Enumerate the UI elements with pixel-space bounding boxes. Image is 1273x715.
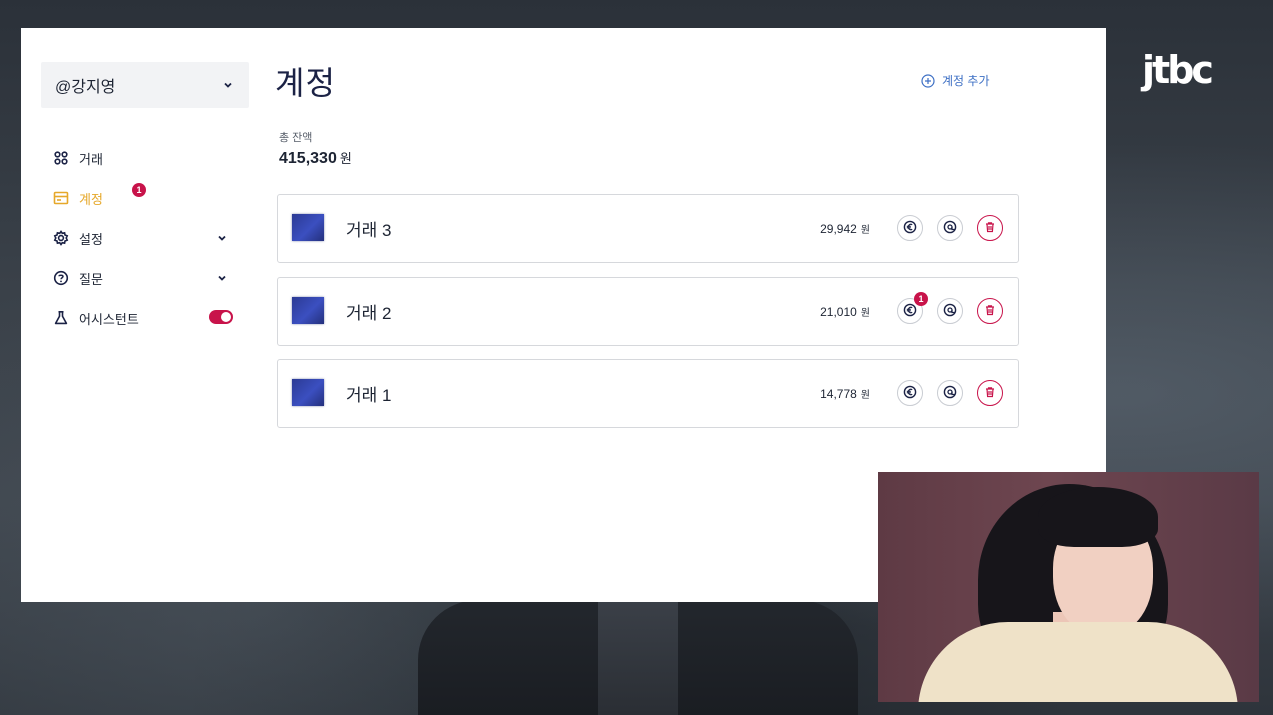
presenter-video-inset bbox=[878, 472, 1259, 702]
currency-unit: 원 bbox=[860, 225, 870, 236]
sync-icon bbox=[943, 384, 957, 403]
account-amount-value: 21,010 bbox=[820, 305, 857, 319]
wallet-icon bbox=[53, 190, 69, 206]
currency-button[interactable] bbox=[897, 215, 923, 241]
presenter-jacket bbox=[918, 622, 1238, 702]
delete-button[interactable] bbox=[977, 215, 1003, 241]
account-card[interactable]: 거래 1 14,778 원 bbox=[277, 359, 1019, 428]
help-circle-icon bbox=[53, 270, 69, 286]
sync-button[interactable] bbox=[937, 298, 963, 324]
sync-button[interactable] bbox=[937, 215, 963, 241]
notification-badge: 1 bbox=[914, 292, 928, 306]
page-title: 계정 bbox=[275, 65, 336, 101]
add-account-button[interactable]: 계정 추가 bbox=[921, 72, 990, 89]
sidebar-item-transactions[interactable]: 거래 bbox=[53, 138, 233, 178]
assistant-toggle[interactable] bbox=[209, 310, 233, 324]
sidebar-item-label: 어시스턴트 bbox=[79, 311, 139, 327]
sidebar-item-label: 설정 bbox=[79, 231, 103, 247]
trash-icon bbox=[983, 302, 997, 321]
sidebar-item-accounts[interactable]: 계정 1 bbox=[53, 178, 233, 218]
account-amount: 29,942 원 bbox=[778, 221, 870, 236]
delete-button[interactable] bbox=[977, 380, 1003, 406]
total-balance-value: 415,330 bbox=[279, 150, 337, 167]
euro-icon bbox=[903, 384, 917, 403]
notification-badge: 1 bbox=[132, 183, 146, 197]
trash-icon bbox=[983, 384, 997, 403]
add-account-label: 계정 추가 bbox=[942, 74, 990, 88]
flask-icon bbox=[53, 310, 69, 326]
account-thumbnail bbox=[292, 379, 324, 406]
account-name: 거래 1 bbox=[346, 386, 392, 405]
account-card[interactable]: 거래 3 29,942 원 bbox=[277, 194, 1019, 263]
currency-unit: 원 bbox=[860, 308, 870, 319]
chevron-down-icon bbox=[215, 271, 229, 285]
chevron-down-icon bbox=[221, 78, 235, 92]
gear-icon bbox=[53, 230, 69, 246]
currency-unit: 원 bbox=[339, 151, 352, 166]
currency-button[interactable] bbox=[897, 380, 923, 406]
euro-icon bbox=[903, 302, 917, 321]
delete-button[interactable] bbox=[977, 298, 1003, 324]
chevron-down-icon bbox=[215, 231, 229, 245]
euro-icon bbox=[903, 219, 917, 238]
broadcaster-logo: jtbc bbox=[1142, 48, 1214, 92]
currency-unit: 원 bbox=[860, 390, 870, 401]
account-amount: 14,778 원 bbox=[778, 386, 870, 401]
total-balance: 415,330 원 bbox=[279, 148, 352, 168]
sidebar-item-assistant[interactable]: 어시스턴트 bbox=[53, 298, 233, 338]
account-thumbnail bbox=[292, 297, 324, 324]
account-amount-value: 29,942 bbox=[820, 222, 857, 236]
sidebar-item-settings[interactable]: 설정 bbox=[53, 218, 233, 258]
sidebar-nav: 거래 계정 1 설정 질문 어시스턴트 bbox=[53, 138, 233, 338]
sidebar-item-label: 질문 bbox=[79, 271, 103, 287]
total-balance-label: 총 잔액 bbox=[279, 132, 313, 144]
sync-icon bbox=[943, 219, 957, 238]
account-thumbnail bbox=[292, 214, 324, 241]
grid-icon bbox=[53, 150, 69, 166]
account-amount-value: 14,778 bbox=[820, 387, 857, 401]
sidebar-item-questions[interactable]: 질문 bbox=[53, 258, 233, 298]
trash-icon bbox=[983, 219, 997, 238]
account-name: 거래 2 bbox=[346, 304, 392, 323]
sync-button[interactable] bbox=[937, 380, 963, 406]
sidebar-item-label: 거래 bbox=[79, 151, 103, 167]
account-card[interactable]: 거래 2 21,010 원 1 bbox=[277, 277, 1019, 346]
account-selector[interactable]: @강지영 bbox=[41, 62, 249, 108]
plus-circle-icon bbox=[921, 73, 935, 88]
account-name: 거래 3 bbox=[346, 221, 392, 240]
sidebar-item-label: 계정 bbox=[79, 191, 103, 207]
account-selector-value: @강지영 bbox=[55, 79, 116, 96]
sync-icon bbox=[943, 302, 957, 321]
account-amount: 21,010 원 bbox=[778, 304, 870, 319]
presenter-bangs bbox=[1038, 487, 1158, 547]
presenter-shirt bbox=[598, 600, 678, 715]
